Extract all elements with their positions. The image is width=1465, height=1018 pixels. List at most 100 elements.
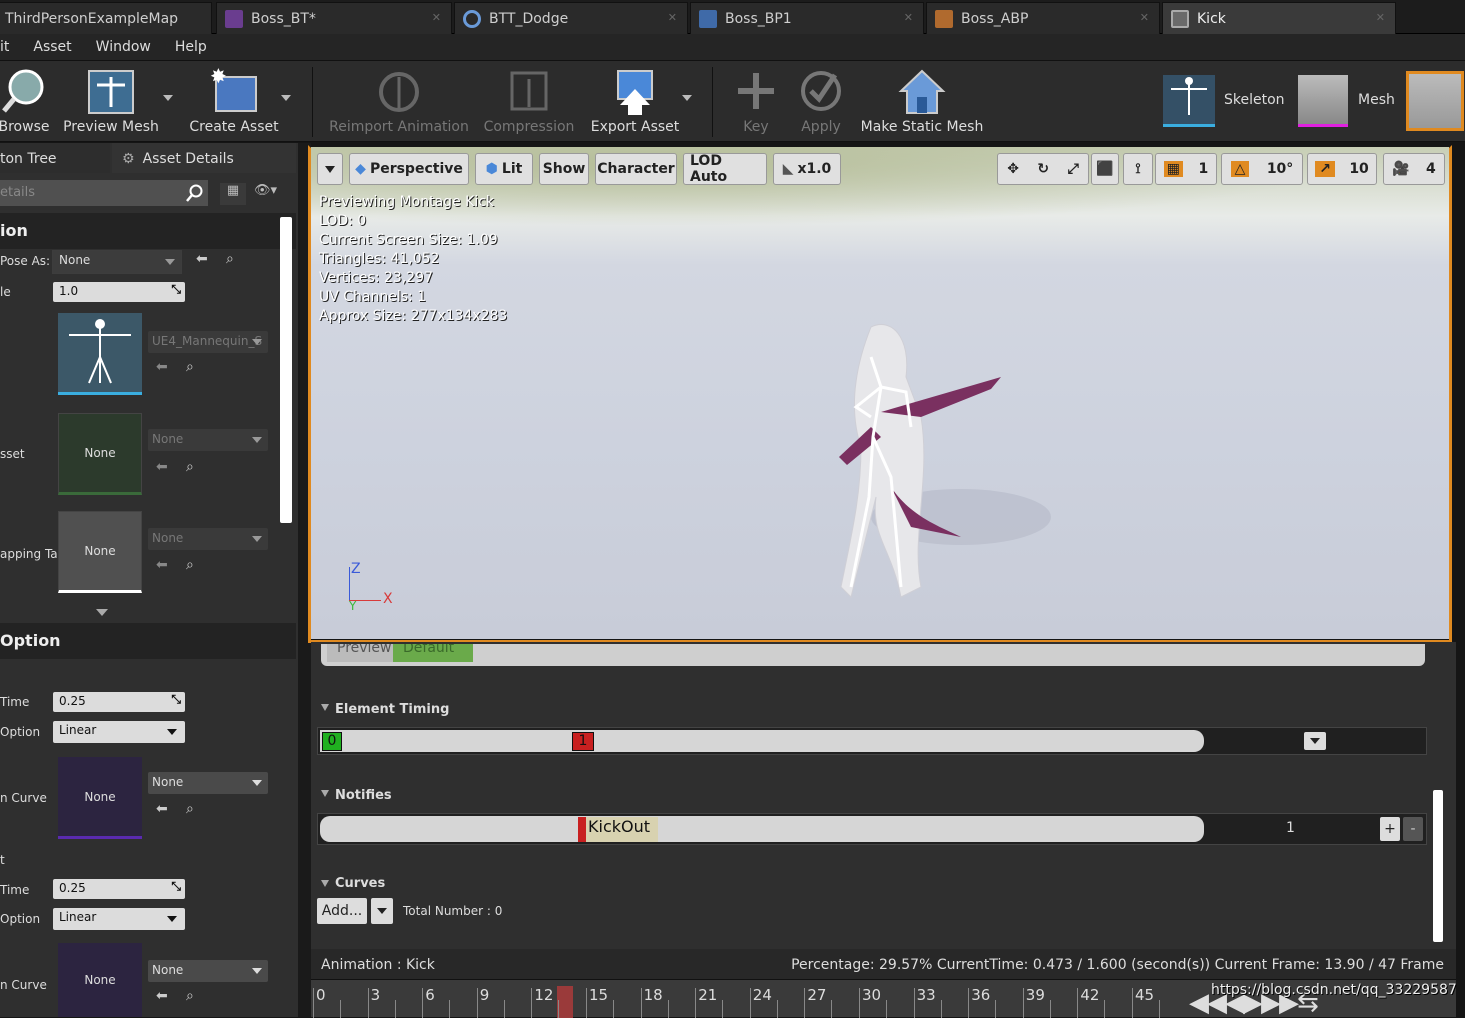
timing-notify-marker[interactable]: 1 — [572, 732, 594, 751]
menu-window[interactable]: Window — [96, 39, 151, 55]
tab-btt-dodge[interactable]: BTT_Dodge ✕ — [454, 2, 688, 34]
tab-kick[interactable]: Kick ✕ — [1162, 2, 1396, 34]
notify-marker-icon[interactable] — [578, 817, 586, 842]
create-asset-button[interactable]: ✸ Create Asset — [186, 61, 282, 141]
add-notify-track-button[interactable]: + — [1380, 817, 1400, 841]
skeleton-thumbnail[interactable] — [1163, 75, 1215, 127]
menu-asset[interactable]: Asset — [33, 39, 71, 55]
element-timing-track[interactable]: 0 1 — [317, 727, 1427, 755]
close-icon[interactable]: ✕ — [904, 11, 913, 24]
timeline-ruler[interactable]: 0 3 6 9 12 15 18 21 24 27 30 33 36 39 42 45 ◀◀◀▶▶▶⇆ htt… — [311, 979, 1457, 1018]
search-icon[interactable]: ⌕ — [226, 251, 234, 267]
tab-boss-abp[interactable]: Boss_ABP ✕ — [926, 2, 1160, 34]
kickout-notify[interactable]: KickOut — [582, 817, 658, 842]
arrow-left-icon[interactable]: ⬅ — [156, 459, 168, 475]
playback-speed-button[interactable]: ◣ x1.0 — [773, 153, 841, 185]
perspective-button[interactable]: ◆ Perspective — [349, 153, 469, 185]
blend-in-time-field[interactable]: 0.25 ⤡ — [53, 692, 185, 712]
scale-icon[interactable]: ⤢ — [1068, 161, 1079, 177]
bottom-scrollbar-thumb[interactable] — [1433, 790, 1443, 942]
reimport-animation-button[interactable]: Reimport Animation — [328, 61, 470, 141]
expand-advanced-icon[interactable] — [96, 609, 108, 616]
compression-button[interactable]: Compression — [480, 61, 578, 141]
tab-third-person-example-map[interactable]: ThirdPersonExampleMap — [0, 2, 212, 34]
section-animation[interactable]: ion — [0, 213, 296, 249]
add-curve-dropdown[interactable] — [371, 898, 393, 924]
element-timing-header[interactable]: Element Timing — [335, 702, 449, 717]
mesh-thumbnail[interactable] — [1298, 75, 1348, 127]
playhead[interactable] — [557, 986, 573, 1018]
grid-snap-group[interactable]: ▦ 1 — [1155, 153, 1217, 185]
preview-mesh-dropdown[interactable] — [163, 95, 173, 101]
rotate-icon[interactable]: ↻ — [1037, 161, 1049, 177]
menu-edit[interactable]: it — [0, 39, 9, 55]
rate-scale-field[interactable]: 1.0 ⤡ — [53, 282, 185, 302]
camera-speed-group[interactable]: 🎥 4 — [1383, 153, 1445, 185]
blend-in-curve-dropdown[interactable]: None — [148, 772, 268, 794]
panel-splitter[interactable] — [298, 143, 311, 1017]
skeleton-asset-dropdown[interactable]: UE4_Mannequin_S — [148, 331, 268, 353]
default-slot-button[interactable]: Default — [393, 644, 473, 662]
close-icon[interactable]: ✕ — [1140, 11, 1149, 24]
animation-thumbnail[interactable] — [1406, 71, 1464, 131]
preview-slot-button[interactable]: Preview — [327, 644, 393, 662]
skeleton-asset-thumbnail[interactable] — [58, 313, 142, 395]
apply-button[interactable]: Apply — [796, 61, 846, 141]
notifies-header[interactable]: Notifies — [335, 788, 392, 803]
lod-button[interactable]: LOD Auto — [683, 153, 767, 185]
blend-out-option-dropdown[interactable]: Linear — [53, 908, 185, 930]
blend-in-option-dropdown[interactable]: Linear — [53, 721, 185, 743]
collapse-arrow-icon[interactable] — [321, 880, 329, 887]
menu-help[interactable]: Help — [175, 39, 207, 55]
timing-start-marker[interactable]: 0 — [322, 732, 342, 751]
arrow-left-icon[interactable]: ⬅ — [156, 988, 168, 1004]
skeleton-label[interactable]: Skeleton — [1224, 92, 1285, 108]
create-asset-dropdown[interactable] — [281, 95, 291, 101]
section-blend-option[interactable]: Option — [0, 623, 296, 659]
timing-track-dropdown[interactable] — [1304, 732, 1326, 750]
arrow-left-icon[interactable]: ⬅ — [156, 359, 168, 375]
arrow-left-icon[interactable]: ⬅ — [196, 251, 208, 267]
add-curve-button[interactable]: Add... — [317, 898, 367, 924]
arrow-left-icon[interactable]: ⬅ — [156, 557, 168, 573]
surface-snapping-button[interactable]: ⟟ — [1123, 153, 1153, 185]
collapse-arrow-icon[interactable] — [321, 790, 329, 797]
curves-header[interactable]: Curves — [335, 876, 385, 891]
preview-mesh-button[interactable]: Preview Mesh — [60, 61, 162, 141]
world-local-toggle[interactable]: ⬛ — [1091, 153, 1119, 185]
tab-skeleton-tree[interactable]: ton Tree — [0, 143, 110, 173]
tab-boss-bp1[interactable]: Boss_BP1 ✕ — [690, 2, 924, 34]
preview-asset-thumbnail[interactable]: None — [58, 413, 142, 495]
search-icon[interactable]: ⌕ — [186, 359, 194, 375]
browse-button[interactable]: Browse — [0, 61, 52, 141]
export-asset-button[interactable]: Export Asset — [588, 61, 682, 141]
lit-button[interactable]: ⬢ Lit — [475, 153, 533, 185]
key-button[interactable]: Key — [734, 61, 778, 141]
retarget-pose-dropdown[interactable]: None — [52, 250, 182, 274]
close-icon[interactable]: ✕ — [668, 11, 677, 24]
asset-mapping-thumbnail[interactable]: None — [58, 511, 142, 593]
export-dropdown[interactable] — [682, 95, 692, 101]
scrollbar-thumb[interactable] — [280, 217, 292, 523]
show-button[interactable]: Show — [539, 153, 589, 185]
tab-boss-bt[interactable]: Boss_BT* ✕ — [216, 2, 452, 34]
grid-view-icon[interactable]: ▦ — [220, 183, 246, 205]
eye-icon[interactable]: 👁▾ — [254, 183, 277, 198]
search-icon[interactable]: ⌕ — [186, 459, 194, 475]
notifies-track[interactable]: KickOut 1 + - — [317, 813, 1427, 845]
collapse-arrow-icon[interactable] — [321, 704, 329, 711]
viewport-options-button[interactable] — [317, 153, 343, 185]
remove-notify-track-button[interactable]: - — [1403, 817, 1423, 841]
search-icon[interactable]: ⌕ — [186, 557, 194, 573]
blend-in-curve-thumbnail[interactable]: None — [58, 757, 142, 839]
blend-out-curve-thumbnail[interactable]: None — [58, 943, 142, 1017]
asset-mapping-dropdown[interactable]: None — [148, 528, 268, 550]
search-icon[interactable]: ⌕ — [186, 801, 194, 817]
search-details-input[interactable]: etails — [0, 180, 208, 206]
arrow-left-icon[interactable]: ⬅ — [156, 801, 168, 817]
character-button[interactable]: Character — [595, 153, 677, 185]
translate-icon[interactable]: ✥ — [1007, 161, 1019, 177]
rotation-snap-group[interactable]: △ 10° — [1221, 153, 1303, 185]
make-static-mesh-button[interactable]: Make Static Mesh — [858, 61, 986, 141]
mesh-label[interactable]: Mesh — [1358, 92, 1395, 108]
